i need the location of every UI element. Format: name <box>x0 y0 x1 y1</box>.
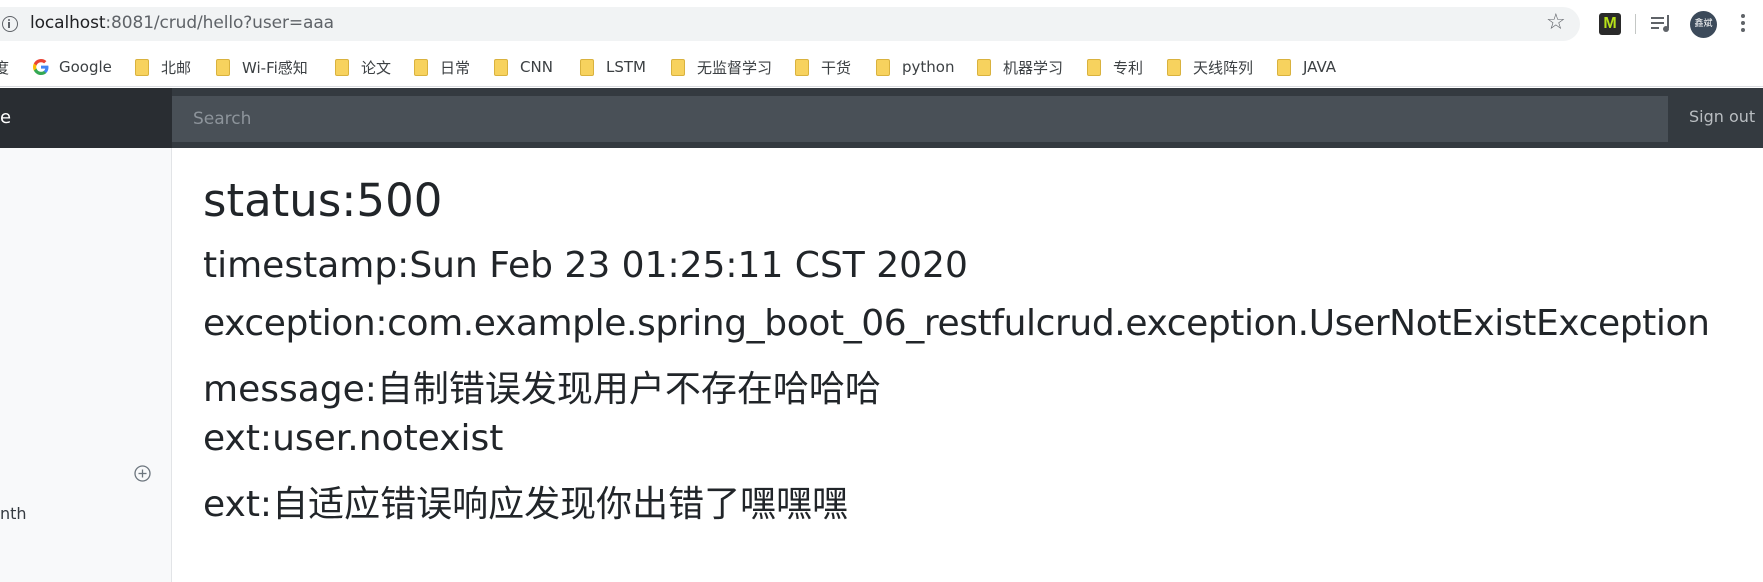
bookmark-item[interactable]: 机器学习 <box>977 55 1063 79</box>
error-status: status:500 <box>203 174 443 227</box>
folder-icon <box>335 58 349 76</box>
folder-icon <box>795 58 809 76</box>
error-message: message:自制错误发现用户不存在哈哈哈 <box>203 369 881 410</box>
bookmark-label: 论文 <box>361 58 392 77</box>
sign-out-link[interactable]: Sign out <box>1689 107 1755 126</box>
url-text[interactable]: localhost:8081/crud/hello?user=aaa <box>30 13 334 33</box>
folder-icon <box>876 58 890 76</box>
bookmark-label: 无监督学习 <box>697 58 773 77</box>
bookmark-item[interactable]: python <box>876 55 954 79</box>
browser-toolbar: localhost:8081/crud/hello?user=aaa ☆ M 鑫… <box>0 0 1763 47</box>
url-host: localhost <box>30 13 106 33</box>
bookmark-label: 机器学习 <box>1003 58 1064 77</box>
folder-icon <box>977 58 991 76</box>
bookmarks-bar: 度 Google 北邮 Wi-Fi感知 论文 日常 CNN LSTM 无监督学习… <box>0 47 1763 87</box>
bookmark-item[interactable]: 天线阵列 <box>1167 55 1253 79</box>
bookmark-label: python <box>902 58 955 76</box>
sidebar-item-label[interactable]: nth <box>0 504 27 523</box>
folder-icon <box>1277 58 1291 76</box>
bookmark-item[interactable]: 北邮 <box>135 55 191 79</box>
bookmark-star-icon[interactable]: ☆ <box>1546 12 1566 34</box>
bookmark-label: 日常 <box>440 58 471 77</box>
error-ext: ext:user.notexist <box>203 418 504 459</box>
bookmark-item[interactable]: 度 <box>0 55 9 79</box>
bookmark-item[interactable]: Wi-Fi感知 <box>216 55 308 79</box>
url-path: :8081/crud/hello?user=aaa <box>105 13 334 33</box>
folder-icon <box>671 58 685 76</box>
bookmark-label: Google <box>59 58 112 76</box>
bookmark-item[interactable]: 日常 <box>414 55 470 79</box>
browser-menu-icon[interactable] <box>1740 14 1746 36</box>
bookmark-label: 干货 <box>821 58 852 77</box>
app-navbar: e Sign out <box>0 88 1763 148</box>
bookmark-item[interactable]: 无监督学习 <box>671 55 772 79</box>
brand-name[interactable]: e <box>0 88 172 148</box>
add-circle-icon[interactable] <box>134 465 151 482</box>
profile-avatar[interactable]: 鑫斌 <box>1690 11 1717 38</box>
bookmark-label: 度 <box>0 58 10 77</box>
folder-icon <box>1087 58 1101 76</box>
folder-icon <box>1167 58 1181 76</box>
folder-icon <box>135 58 149 76</box>
bookmark-item[interactable]: Google <box>33 55 112 79</box>
bookmark-label: LSTM <box>606 58 646 76</box>
bookmark-item[interactable]: 专利 <box>1087 55 1143 79</box>
google-icon <box>33 59 49 75</box>
folder-icon <box>494 58 508 76</box>
bookmark-item[interactable]: JAVA <box>1277 55 1336 79</box>
sidebar: nth <box>0 148 172 582</box>
extension-icon[interactable]: M <box>1599 13 1621 35</box>
error-timestamp: timestamp:Sun Feb 23 01:25:11 CST 2020 <box>203 245 968 286</box>
folder-icon <box>414 58 428 76</box>
bookmark-label: 天线阵列 <box>1193 58 1254 77</box>
bookmark-label: JAVA <box>1303 58 1337 76</box>
info-icon[interactable] <box>2 16 18 32</box>
folder-icon <box>580 58 594 76</box>
bookmark-item[interactable]: CNN <box>494 55 553 79</box>
error-exception: exception:com.example.spring_boot_06_res… <box>203 303 1710 344</box>
bookmark-label: 北邮 <box>161 58 192 77</box>
media-control-icon[interactable] <box>1651 15 1673 33</box>
search-input[interactable] <box>172 96 1668 142</box>
bookmark-label: Wi-Fi感知 <box>242 58 308 77</box>
folder-icon <box>216 58 230 76</box>
toolbar-divider <box>1635 14 1636 34</box>
bookmark-item[interactable]: 干货 <box>795 55 851 79</box>
error-ext-custom: ext:自适应错误响应发现你出错了嘿嘿嘿 <box>203 484 849 525</box>
bookmark-item[interactable]: 论文 <box>335 55 391 79</box>
bookmark-label: CNN <box>520 58 553 76</box>
bookmark-item[interactable]: LSTM <box>580 55 646 79</box>
bookmark-label: 专利 <box>1113 58 1144 77</box>
